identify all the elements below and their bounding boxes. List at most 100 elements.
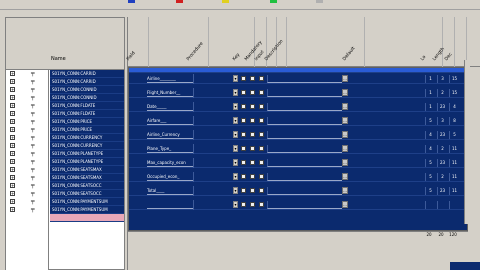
description-cell[interactable]	[267, 187, 342, 195]
numeric-cell[interactable]: 11	[449, 187, 459, 195]
tree-row[interactable]: + ╤	[6, 198, 49, 206]
checkbox[interactable]	[241, 188, 246, 193]
dropdown-arrow-icon[interactable]: ▾	[233, 145, 238, 152]
numeric-cell[interactable]: 15	[449, 75, 459, 83]
table-row[interactable]: Max_capacity_econ ▾ … 5 23 11	[129, 158, 467, 168]
checkbox[interactable]	[241, 104, 246, 109]
expand-icon[interactable]: +	[10, 167, 15, 172]
tree-row[interactable]: + ╤	[6, 70, 49, 78]
default-value-button[interactable]: …	[342, 103, 348, 110]
checkbox[interactable]	[250, 160, 255, 165]
default-value-button[interactable]: …	[342, 201, 348, 208]
name-list-item[interactable]: S01YN_CONN:PAYMENTSUM	[50, 206, 124, 214]
name-list-item[interactable]: S01YN_CONN:CONNID	[50, 94, 124, 102]
numeric-cell[interactable]: 5	[425, 159, 435, 167]
name-list-item[interactable]: S01YN_CONN:CONNID	[50, 86, 124, 94]
numeric-cell[interactable]: 3	[437, 117, 447, 125]
column-header[interactable]: Dec	[444, 52, 453, 62]
expand-icon[interactable]: +	[10, 95, 15, 100]
description-cell[interactable]	[267, 145, 342, 153]
checkbox[interactable]	[259, 132, 264, 137]
default-value-button[interactable]: …	[342, 159, 348, 166]
tree-row[interactable]: + ╤	[6, 142, 49, 150]
checkbox[interactable]	[259, 90, 264, 95]
table-row[interactable]: Occupied_econ_ ▾ … 5 2 11	[129, 172, 467, 182]
checkbox[interactable]	[259, 188, 264, 193]
default-value-button[interactable]: …	[342, 131, 348, 138]
description-cell[interactable]	[267, 103, 342, 111]
table-row[interactable]	[129, 68, 467, 73]
checkbox[interactable]	[241, 132, 246, 137]
color-swatch-gray[interactable]	[316, 0, 323, 3]
expand-icon[interactable]: +	[10, 127, 15, 132]
numeric-cell[interactable]: 5	[425, 173, 435, 181]
name-list-item[interactable]: S01YN_CONN:CURRENCY	[50, 142, 124, 150]
name-list-item[interactable]: S01YN_CONN:CARRID	[50, 70, 124, 78]
checkbox[interactable]	[250, 118, 255, 123]
numeric-cell[interactable]: 11	[449, 145, 459, 153]
checkbox[interactable]	[250, 146, 255, 151]
numeric-cell[interactable]: 5	[425, 117, 435, 125]
expand-icon[interactable]: +	[10, 71, 15, 76]
tree-row[interactable]: + ╤	[6, 102, 49, 110]
numeric-cell[interactable]: 2	[437, 145, 447, 153]
tree-row[interactable]: + ╤	[6, 126, 49, 134]
procedure-cell[interactable]	[193, 158, 235, 168]
expand-icon[interactable]: +	[10, 103, 15, 108]
field-name-cell[interactable]: Total____	[147, 187, 193, 195]
column-header[interactable]: Procedure	[186, 41, 204, 62]
checkbox[interactable]	[241, 160, 246, 165]
table-row[interactable]: Total____ ▾ … 5 23 11	[129, 186, 467, 196]
name-list-item[interactable]: S01YN_CONN:FLDATE	[50, 102, 124, 110]
numeric-cell[interactable]: 2	[437, 89, 447, 97]
default-value-button[interactable]: …	[342, 173, 348, 180]
numeric-cell[interactable]: 8	[449, 117, 459, 125]
name-list-item[interactable]: S01YN_CONN:PLANETYPE	[50, 158, 124, 166]
description-cell[interactable]	[267, 201, 342, 209]
name-list-item[interactable]: S01YN_CONN:CARRID	[50, 78, 124, 86]
checkbox[interactable]	[241, 202, 246, 207]
table-row[interactable]: Flight_Number__ ▾ … 1 2 15	[129, 88, 467, 98]
color-swatch-yellow[interactable]	[222, 0, 229, 3]
numeric-cell[interactable]: 11	[449, 173, 459, 181]
procedure-cell[interactable]	[193, 102, 235, 112]
tree-row[interactable]: + ╤	[6, 206, 49, 214]
column-header[interactable]: Key	[232, 53, 241, 62]
expand-icon[interactable]: +	[10, 119, 15, 124]
numeric-cell[interactable]: 4	[425, 131, 435, 139]
checkbox[interactable]	[241, 90, 246, 95]
numeric-cell[interactable]	[425, 201, 435, 209]
numeric-cell[interactable]: 23	[437, 187, 447, 195]
name-list-item[interactable]: S01YN_CONN:PAYMENTSUM	[50, 198, 124, 206]
description-cell[interactable]	[267, 159, 342, 167]
field-name-cell[interactable]	[147, 201, 193, 209]
checkbox[interactable]	[250, 202, 255, 207]
numeric-cell[interactable]: 23	[437, 131, 447, 139]
field-name-cell[interactable]: Date_____	[147, 103, 193, 111]
field-name-cell[interactable]: Plane_Type_	[147, 145, 193, 153]
checkbox[interactable]	[259, 118, 264, 123]
name-list-item[interactable]	[50, 214, 124, 222]
column-header[interactable]: Length	[432, 47, 446, 62]
checkbox[interactable]	[250, 188, 255, 193]
field-name-cell[interactable]: Occupied_econ_	[147, 173, 193, 181]
dropdown-arrow-icon[interactable]: ▾	[233, 103, 238, 110]
dropdown-arrow-icon[interactable]: ▾	[233, 173, 238, 180]
dropdown-arrow-icon[interactable]: ▾	[233, 159, 238, 166]
procedure-cell[interactable]	[193, 116, 235, 126]
checkbox[interactable]	[250, 174, 255, 179]
numeric-cell[interactable]	[449, 201, 459, 209]
numeric-cell[interactable]: 1	[425, 103, 435, 111]
description-cell[interactable]	[267, 89, 342, 97]
procedure-cell[interactable]	[193, 74, 235, 84]
checkbox[interactable]	[250, 90, 255, 95]
procedure-cell[interactable]	[193, 200, 235, 210]
numeric-cell[interactable]: 4	[425, 145, 435, 153]
name-list-item[interactable]: S01YN_CONN:SEATSMAX	[50, 174, 124, 182]
table-row[interactable]: Date_____ ▾ … 1 23 4	[129, 102, 467, 112]
numeric-cell[interactable]: 4	[449, 103, 459, 111]
checkbox[interactable]	[250, 104, 255, 109]
numeric-cell[interactable]: 2	[437, 173, 447, 181]
expand-icon[interactable]: +	[10, 183, 15, 188]
expand-icon[interactable]: +	[10, 87, 15, 92]
